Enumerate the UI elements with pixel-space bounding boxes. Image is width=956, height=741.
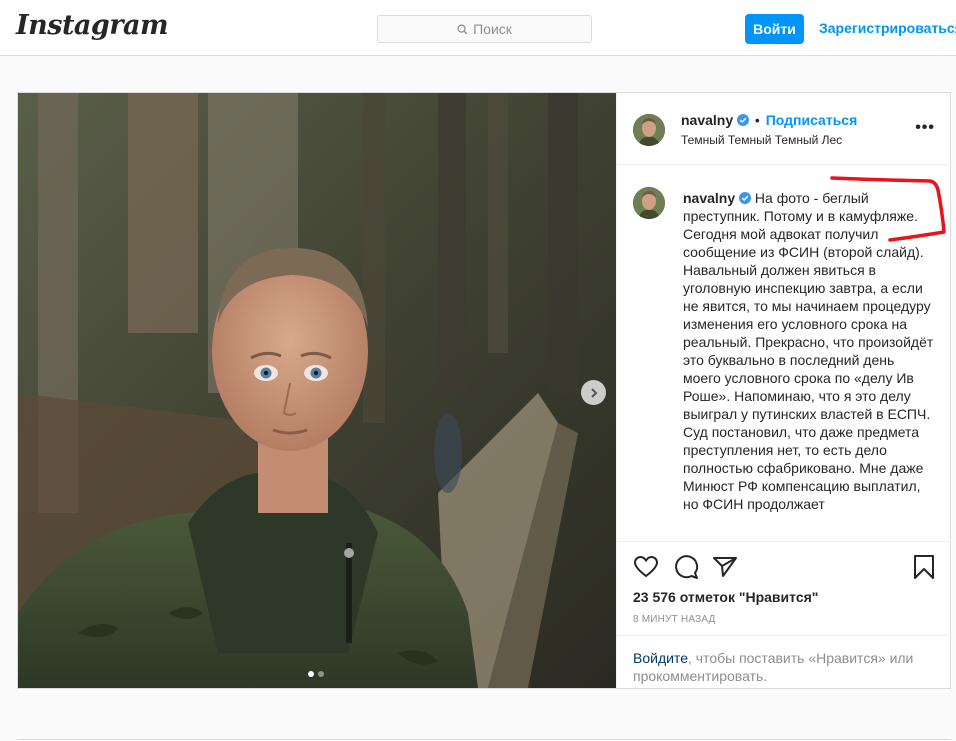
caption-username[interactable]: navalny (683, 190, 735, 206)
carousel-indicator (308, 671, 324, 677)
bookmark-icon[interactable] (911, 554, 937, 580)
login-button[interactable]: Войти (745, 14, 804, 44)
post-photo[interactable] (18, 93, 616, 688)
location-link[interactable]: Темный Темный Темный Лес (681, 133, 842, 147)
avatar[interactable] (633, 114, 665, 146)
post-card: navalny • Подписаться Темный Темный Темн… (17, 92, 951, 689)
chevron-right-icon (590, 387, 597, 398)
follow-button[interactable]: Подписаться (766, 112, 858, 128)
carousel-dot (308, 671, 314, 677)
post-actions: 23 576 отметок "Нравится" 8 МИНУТ НАЗАД … (617, 541, 951, 691)
more-options-icon[interactable]: ••• (915, 119, 935, 137)
login-prompt: Войдите, чтобы поставить «Нравится» или … (617, 635, 951, 692)
caption-text: На фото - беглый преступник. Потому и в … (683, 190, 934, 512)
post-timestamp[interactable]: 8 МИНУТ НАЗАД (633, 614, 716, 625)
heart-icon[interactable] (633, 554, 659, 580)
register-link[interactable]: Зарегистрироваться (819, 20, 956, 36)
avatar-image (633, 187, 665, 219)
search-icon (457, 23, 468, 35)
top-navbar: Instagram Поиск Войти Зарегистрироваться (0, 0, 956, 56)
separator-dot: • (754, 112, 760, 128)
search-input[interactable]: Поиск (377, 15, 592, 43)
login-link[interactable]: Войдите (633, 650, 688, 666)
search-placeholder: Поиск (473, 21, 512, 37)
carousel-dot (318, 671, 324, 677)
share-icon[interactable] (712, 554, 738, 580)
comment-icon[interactable] (673, 554, 699, 580)
username-link[interactable]: navalny (681, 112, 733, 128)
verified-badge-icon (737, 114, 750, 126)
likes-count[interactable]: 23 576 отметок "Нравится" (633, 589, 818, 605)
divider (17, 739, 951, 740)
instagram-logo[interactable]: Instagram (16, 10, 169, 41)
verified-badge-icon (739, 192, 752, 204)
post-caption: navalny На фото - беглый преступник. Пот… (683, 189, 935, 513)
photo-image (18, 93, 616, 688)
carousel-next-button[interactable] (581, 380, 606, 405)
comments-area[interactable]: navalny На фото - беглый преступник. Пот… (617, 165, 951, 541)
avatar-image (633, 114, 665, 146)
post-header: navalny • Подписаться Темный Темный Темн… (617, 93, 951, 165)
avatar[interactable] (633, 187, 665, 219)
post-sidebar: navalny • Подписаться Темный Темный Темн… (616, 93, 951, 691)
